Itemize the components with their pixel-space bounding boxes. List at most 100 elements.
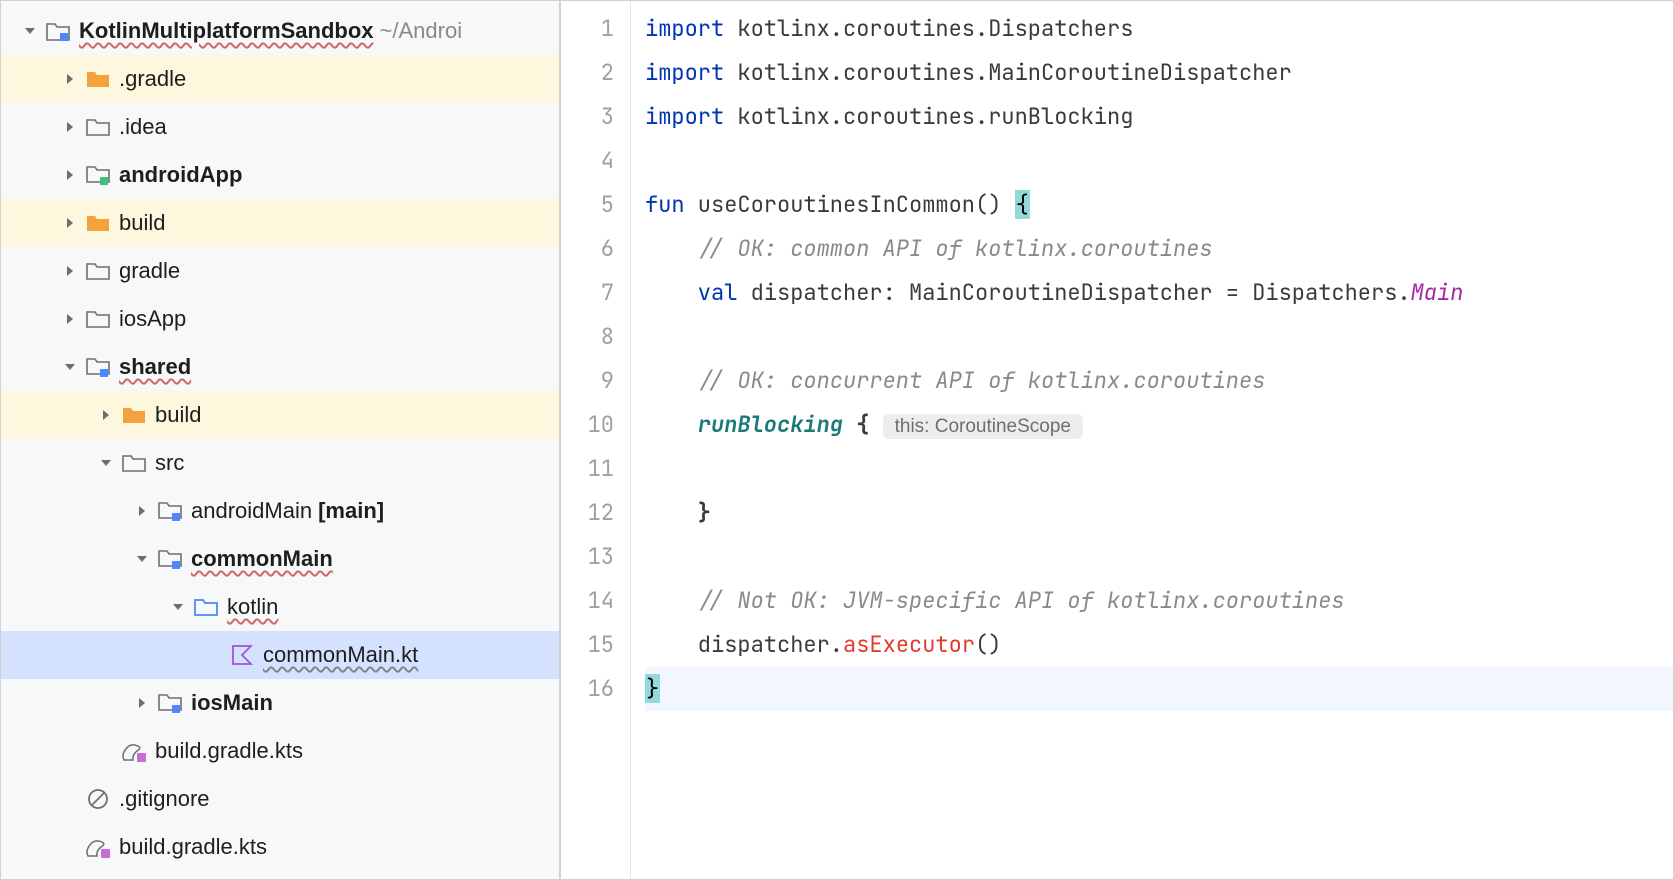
- project-tree[interactable]: KotlinMultiplatformSandbox ~/Androi .gra…: [1, 1, 559, 877]
- line-gutter: 1 2 3 4 5 6 7 8 9 10 11 12 13 14 15 16: [561, 1, 631, 879]
- line-number: 10: [561, 403, 614, 447]
- tree-item-gitignore[interactable]: .gitignore: [1, 775, 559, 823]
- module-folder-icon: [157, 498, 183, 524]
- line-number: 7: [561, 271, 614, 315]
- chevron-right-icon[interactable]: [97, 408, 115, 422]
- tree-item-shared-build[interactable]: build: [1, 391, 559, 439]
- code-line[interactable]: import kotlinx.coroutines.MainCoroutineD…: [645, 51, 1673, 95]
- line-number: 14: [561, 579, 614, 623]
- line-number: 3: [561, 95, 614, 139]
- folder-icon: [85, 114, 111, 140]
- folder-excluded-icon: [85, 66, 111, 92]
- chevron-right-icon[interactable]: [61, 264, 79, 278]
- line-number: 2: [561, 51, 614, 95]
- folder-icon: [85, 306, 111, 332]
- chevron-right-icon[interactable]: [61, 216, 79, 230]
- chevron-down-icon[interactable]: [61, 360, 79, 374]
- code-line[interactable]: runBlocking { this: CoroutineScope: [645, 403, 1673, 447]
- chevron-right-icon[interactable]: [133, 696, 151, 710]
- code-editor[interactable]: 1 2 3 4 5 6 7 8 9 10 11 12 13 14 15 16 i…: [561, 1, 1673, 879]
- code-line[interactable]: fun useCoroutinesInCommon() {: [645, 183, 1673, 227]
- tree-label-suffix: [main]: [318, 498, 384, 524]
- chevron-down-icon[interactable]: [97, 456, 115, 470]
- tree-label: commonMain.kt: [263, 642, 418, 668]
- tree-item-build[interactable]: build: [1, 199, 559, 247]
- line-number: 8: [561, 315, 614, 359]
- tree-item-gradle-hidden[interactable]: .gradle: [1, 55, 559, 103]
- tree-item-iosmain[interactable]: iosMain: [1, 679, 559, 727]
- tree-item-androidmain[interactable]: androidMain [main]: [1, 487, 559, 535]
- code-area[interactable]: import kotlinx.coroutines.Dispatchers im…: [631, 1, 1673, 879]
- matched-brace: {: [1015, 190, 1030, 219]
- root-path: ~/Androi: [380, 18, 463, 44]
- tree-item-commonmain-kt[interactable]: commonMain.kt: [1, 631, 559, 679]
- folder-icon: [85, 258, 111, 284]
- code-line[interactable]: [645, 139, 1673, 183]
- code-line[interactable]: import kotlinx.coroutines.Dispatchers: [645, 7, 1673, 51]
- ide-window: KotlinMultiplatformSandbox ~/Androi .gra…: [0, 0, 1674, 880]
- chevron-down-icon[interactable]: [21, 24, 39, 38]
- line-number: 11: [561, 447, 614, 491]
- inlay-hint: this: CoroutineScope: [883, 414, 1083, 439]
- tree-label: androidMain: [191, 498, 312, 524]
- kotlin-file-icon: [229, 642, 255, 668]
- folder-excluded-icon: [85, 210, 111, 236]
- tree-item-buildgradle-shared[interactable]: build.gradle.kts: [1, 727, 559, 775]
- tree-label: shared: [119, 354, 191, 380]
- chevron-down-icon[interactable]: [133, 552, 151, 566]
- chevron-right-icon[interactable]: [61, 168, 79, 182]
- code-line[interactable]: // Not OK: JVM-specific API of kotlinx.c…: [645, 579, 1673, 623]
- tree-item-idea[interactable]: .idea: [1, 103, 559, 151]
- module-folder-icon: [45, 18, 71, 44]
- tree-label: src: [155, 450, 184, 476]
- tree-item-gradle[interactable]: gradle: [1, 247, 559, 295]
- code-line[interactable]: import kotlinx.coroutines.runBlocking: [645, 95, 1673, 139]
- chevron-right-icon[interactable]: [61, 312, 79, 326]
- code-line[interactable]: [645, 535, 1673, 579]
- chevron-down-icon[interactable]: [169, 600, 187, 614]
- tree-item-buildgradle-root[interactable]: build.gradle.kts: [1, 823, 559, 871]
- chevron-right-icon[interactable]: [61, 120, 79, 134]
- ignore-file-icon: [85, 786, 111, 812]
- tree-label: .gitignore: [119, 786, 210, 812]
- tree-label: build: [119, 210, 165, 236]
- code-line[interactable]: [645, 315, 1673, 359]
- folder-icon: [121, 450, 147, 476]
- line-number: 12: [561, 491, 614, 535]
- tree-label: iosApp: [119, 306, 186, 332]
- tree-item-iosapp[interactable]: iosApp: [1, 295, 559, 343]
- tree-item-shared[interactable]: shared: [1, 343, 559, 391]
- code-line[interactable]: [645, 447, 1673, 491]
- code-line[interactable]: dispatcher.asExecutor(): [645, 623, 1673, 667]
- line-number: 1: [561, 7, 614, 51]
- tree-label: build.gradle.kts: [155, 738, 303, 764]
- code-line[interactable]: // OK: common API of kotlinx.coroutines: [645, 227, 1673, 271]
- tree-label: androidApp: [119, 162, 242, 188]
- tree-item-src[interactable]: src: [1, 439, 559, 487]
- module-folder-icon: [157, 690, 183, 716]
- tree-label: build.gradle.kts: [119, 834, 267, 860]
- line-number: 13: [561, 535, 614, 579]
- tree-item-kotlin[interactable]: kotlin: [1, 583, 559, 631]
- code-line[interactable]: val dispatcher: MainCoroutineDispatcher …: [645, 271, 1673, 315]
- chevron-right-icon[interactable]: [133, 504, 151, 518]
- project-tree-panel: KotlinMultiplatformSandbox ~/Androi .gra…: [1, 1, 561, 879]
- line-number: 4: [561, 139, 614, 183]
- code-line[interactable]: }: [645, 491, 1673, 535]
- code-line-current[interactable]: }: [645, 667, 1673, 711]
- tree-item-commonmain[interactable]: commonMain: [1, 535, 559, 583]
- chevron-right-icon[interactable]: [61, 72, 79, 86]
- tree-root[interactable]: KotlinMultiplatformSandbox ~/Androi: [1, 7, 559, 55]
- line-number: 16: [561, 667, 614, 711]
- root-name: KotlinMultiplatformSandbox: [79, 18, 374, 44]
- tree-label: kotlin: [227, 594, 278, 620]
- tree-label: iosMain: [191, 690, 273, 716]
- line-number: 9: [561, 359, 614, 403]
- tree-item-androidapp[interactable]: androidApp: [1, 151, 559, 199]
- matched-brace: }: [645, 674, 660, 703]
- tree-label: .gradle: [119, 66, 186, 92]
- module-folder-icon: [85, 162, 111, 188]
- code-line[interactable]: // OK: concurrent API of kotlinx.corouti…: [645, 359, 1673, 403]
- gradle-kts-icon: [121, 738, 147, 764]
- tree-label: gradle: [119, 258, 180, 284]
